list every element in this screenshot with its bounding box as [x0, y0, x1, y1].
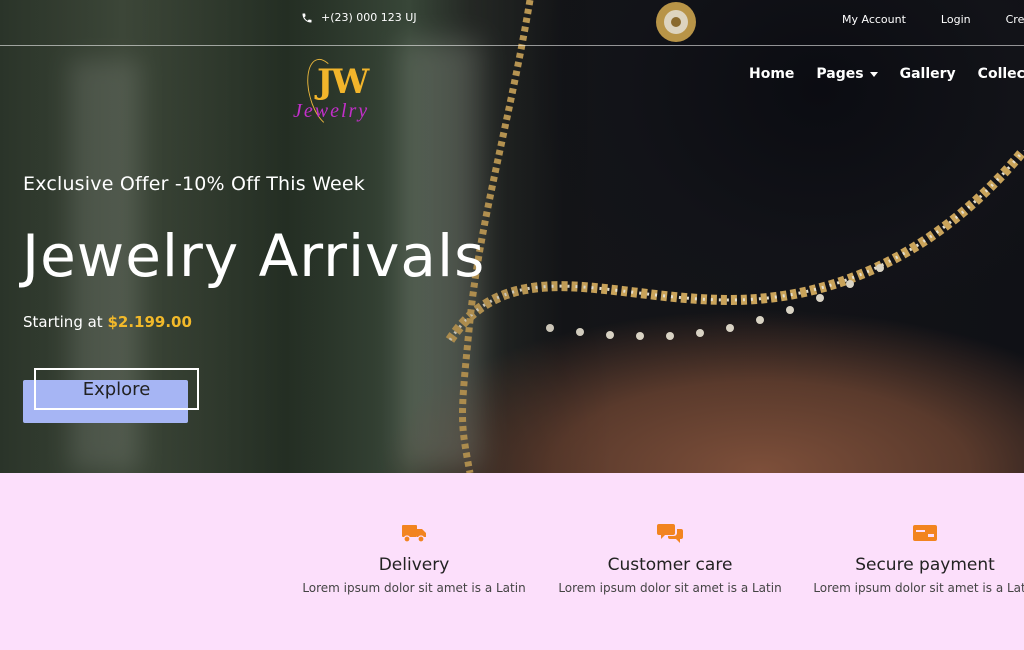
offer-text: Exclusive Offer -10% Off This Week — [23, 173, 365, 195]
features-strip: Delivery Lorem ipsum dolor sit amet is a… — [0, 473, 1024, 650]
main-navigation: Home Pages Gallery Collections — [749, 66, 1024, 82]
my-account-link[interactable]: My Account — [842, 13, 906, 26]
logo-mark-text: JW — [317, 62, 369, 102]
logo-wordmark: Jewelry — [293, 100, 370, 122]
account-links: My Account Login Create — [842, 13, 1024, 26]
top-bar: +(23) 000 123 UJ My Account Login Create — [0, 0, 1024, 46]
starting-label: Starting at — [23, 313, 103, 331]
chevron-down-icon — [869, 71, 878, 77]
nav-collections[interactable]: Collections — [978, 66, 1024, 82]
site-logo[interactable]: JW Jewelry — [293, 54, 395, 136]
explore-button[interactable]: Explore — [34, 368, 199, 410]
phone-number: +(23) 000 123 UJ — [321, 11, 417, 24]
nav-pages[interactable]: Pages — [816, 66, 878, 82]
phone-icon — [302, 13, 312, 22]
nav-pages-label: Pages — [816, 66, 864, 82]
nav-gallery[interactable]: Gallery — [900, 66, 956, 82]
price-value: $2.199.00 — [107, 313, 192, 331]
create-account-link[interactable]: Create — [1006, 13, 1024, 26]
feature-secure-payment: Secure payment Lorem ipsum dolor sit ame… — [805, 519, 1024, 595]
truck-icon — [402, 525, 426, 543]
feature-text: Lorem ipsum dolor sit amet is a Latin — [302, 581, 526, 595]
phone-contact[interactable]: +(23) 000 123 UJ — [301, 11, 417, 24]
credit-card-icon — [913, 525, 937, 541]
feature-title: Secure payment — [855, 555, 995, 575]
starting-price: Starting at $2.199.00 — [23, 313, 192, 331]
feature-text: Lorem ipsum dolor sit amet is a Latin — [558, 581, 782, 595]
feature-customer-care: Customer care Lorem ipsum dolor sit amet… — [550, 519, 790, 595]
feature-title: Delivery — [378, 555, 450, 575]
hero-headline: Jewelry Arrivals — [22, 222, 486, 290]
hero-banner: +(23) 000 123 UJ My Account Login Create… — [0, 0, 1024, 473]
feature-delivery: Delivery Lorem ipsum dolor sit amet is a… — [294, 519, 534, 595]
feature-text: Lorem ipsum dolor sit amet is a Latin — [813, 581, 1024, 595]
logo-mark: JW — [317, 62, 369, 102]
feature-title: Customer care — [607, 555, 733, 575]
login-link[interactable]: Login — [941, 13, 971, 26]
nav-home[interactable]: Home — [749, 66, 794, 82]
chat-icon — [657, 524, 683, 543]
